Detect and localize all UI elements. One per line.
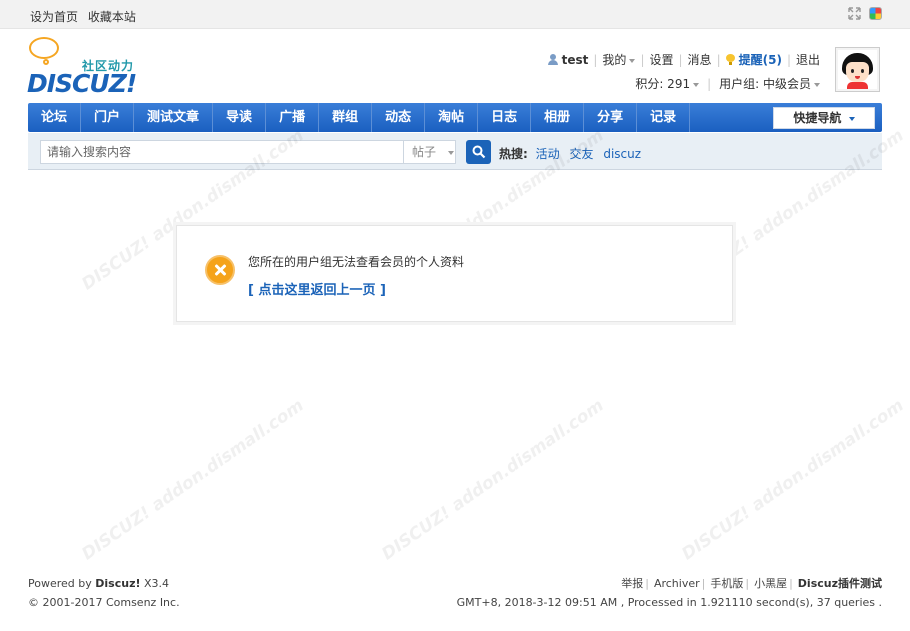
nav-item[interactable]: 论坛 [28,103,82,132]
notify-link[interactable]: 提醒(5) [739,51,782,68]
footer-stats: GMT+8, 2018-3-12 09:51 AM , Processed in… [456,596,882,609]
nav-item[interactable]: 动态 [372,103,426,132]
powered-prefix: Powered by [28,577,92,590]
avatar[interactable] [835,47,880,92]
usergroup-menu[interactable]: 用户组: 中级会员 [719,75,820,92]
separator: | [707,76,712,91]
nav-list: 论坛 门户 测试文章 导读 广播 群组 动态 淘帖 日志 相册 分享 记录 [28,103,882,132]
separator: | [716,52,721,67]
credits-menu[interactable]: 积分: 291 [635,75,700,92]
quick-nav-button[interactable]: 快捷导航 [773,107,875,129]
footer-links: 举报 | Archiver | 手机版 | 小黑屋 | Discuz插件测试 [621,577,882,590]
settings-link[interactable]: 设置 [649,51,673,68]
nav-item[interactable]: 群组 [319,103,373,132]
expand-icon[interactable] [848,7,861,20]
powered-by: Powered by Discuz! X3.4 [28,574,180,593]
separator: | [678,52,683,67]
powered-version: X3.4 [144,577,170,590]
usergroup-label: 用户组: 中级会员 [719,77,811,91]
separator: | [640,52,645,67]
hot-word-link[interactable]: discuz [603,147,641,161]
messages-link[interactable]: 消息 [688,51,712,68]
set-home-link[interactable]: 设为首页 [30,10,78,24]
report-link[interactable]: 举报 [621,577,643,590]
logo-bubble-icon [29,37,59,59]
nav-item[interactable]: 广播 [266,103,320,132]
bulb-icon [725,54,735,65]
user-info: 积分: 291 | 用户组: 中级会员 [635,75,820,92]
chevron-down-icon [848,116,855,121]
avatar-image [838,50,877,89]
search-input[interactable]: 请输入搜索内容 [40,140,404,164]
hot-search-label: 热搜: [499,147,528,161]
chevron-down-icon [693,82,700,87]
user-menu: test | 我的 | 设置 | 消息 | 提醒(5) | 退出 [547,51,820,68]
hot-word-link[interactable]: 交友 [569,147,593,161]
logout-link[interactable]: 退出 [796,51,820,68]
site-logo[interactable]: 社区动力 DISCUZ! [27,37,157,98]
quick-nav-label: 快捷导航 [793,111,842,125]
theme-color-icon[interactable] [869,7,882,20]
hot-search: 热搜: 活动 交友 discuz [499,145,647,162]
search-icon [472,145,485,159]
my-menu-label: 我的 [602,53,627,67]
search-type-select[interactable]: 帖子 [404,140,456,164]
logo-bubble-tail-icon [43,59,49,65]
main-nav: 论坛 门户 测试文章 导读 广播 群组 动态 淘帖 日志 相册 分享 记录 快捷导航 [28,103,882,132]
mobile-link[interactable]: 手机版 [710,577,743,590]
top-toolbar: 设为首页 收藏本站 [0,0,910,29]
search-bar: 请输入搜索内容 帖子 热搜: 活动 交友 discuz [28,133,882,170]
separator: | [786,52,791,67]
error-message-text: 您所在的用户组无法查看会员的个人资料 [248,255,465,269]
logo-brand: DISCUZ! [27,69,137,98]
credits-label: 积分: 291 [635,77,691,91]
go-back-link[interactable]: [ 点击这里返回上一页 ] [248,279,386,298]
site-name-link[interactable]: Discuz插件测试 [798,577,882,590]
nav-item[interactable]: 测试文章 [134,103,214,132]
chevron-down-icon [629,58,636,63]
powered-brand-link[interactable]: Discuz! [95,577,140,590]
footer-right: 举报 | Archiver | 手机版 | 小黑屋 | Discuz插件测试 GMT+8, 20… [457,574,882,612]
blacklist-link[interactable]: 小黑屋 [754,577,787,590]
username-link[interactable]: test [562,53,589,67]
error-icon [205,255,235,285]
chevron-down-icon [447,150,454,155]
nav-item[interactable]: 分享 [584,103,638,132]
top-links: 设为首页 收藏本站 [30,8,142,25]
hot-word-link[interactable]: 活动 [536,147,560,161]
nav-item[interactable]: 日志 [478,103,532,132]
chevron-down-icon [814,82,820,87]
archiver-link[interactable]: Archiver [654,577,700,590]
search-type-label: 帖子 [412,145,437,159]
nav-item[interactable]: 相册 [531,103,585,132]
bookmark-link[interactable]: 收藏本站 [88,10,136,24]
user-icon [547,54,558,65]
nav-item[interactable]: 导读 [213,103,267,132]
nav-item[interactable]: 记录 [637,103,691,132]
top-right-tools [848,7,882,20]
nav-item[interactable]: 淘帖 [425,103,479,132]
nav-item[interactable]: 门户 [81,103,135,132]
my-menu[interactable]: 我的 [602,51,636,68]
copyright: © 2001-2017 Comsenz Inc. [28,596,180,609]
separator: | [593,52,598,67]
footer-left: Powered by Discuz! X3.4 © 2001-2017 Coms… [28,574,180,612]
search-button[interactable] [466,140,491,164]
error-message-box: 您所在的用户组无法查看会员的个人资料 [ 点击这里返回上一页 ] [176,225,733,322]
